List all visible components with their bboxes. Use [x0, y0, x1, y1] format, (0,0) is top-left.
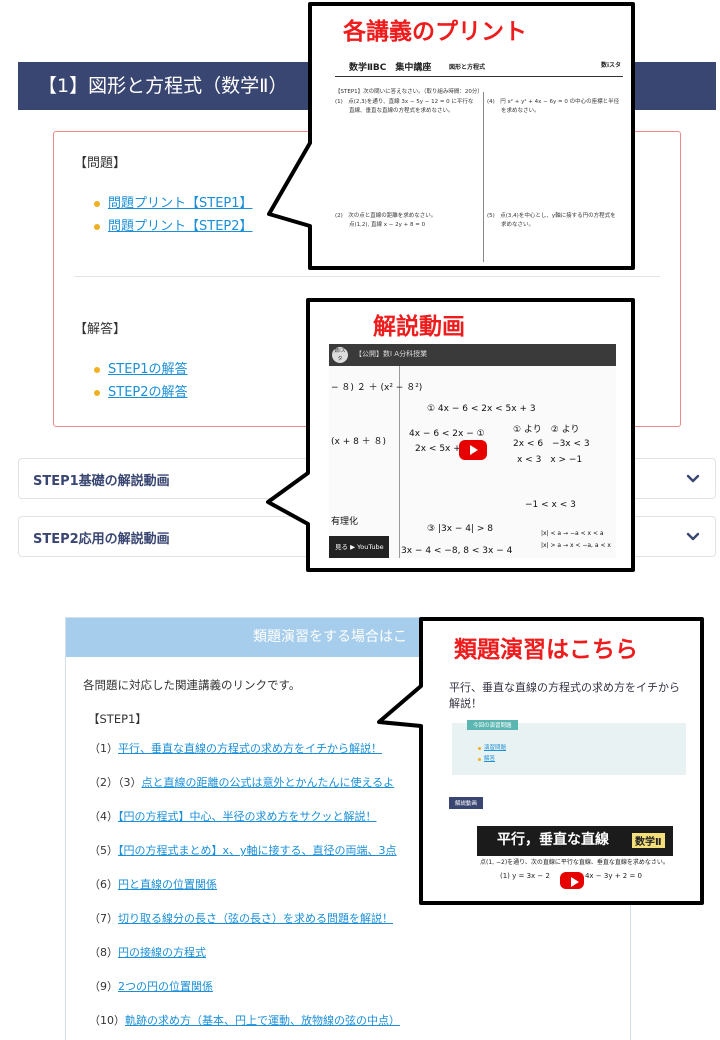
related-link[interactable]: 平行、垂直な直線の方程式の求め方をイチから解説！ [118, 742, 382, 755]
list-item: （1）平行、垂直な直線の方程式の求め方をイチから解説！ [89, 742, 382, 755]
print-preview: 数学ⅡBC 集中講座 図形と方程式 数iスタ 【STEP1】次の問いに答えなさい… [313, 52, 631, 264]
list-item: STEP2の解答 [94, 381, 188, 404]
related-link[interactable]: 切り取る線分の長さ（弦の長さ）を求める問題を解説！ [118, 912, 393, 925]
list-item: （7）切り取る線分の長さ（弦の長さ）を求める問題を解説！ [89, 912, 393, 925]
answers-label: 【解答】 [74, 322, 127, 337]
video-eq: x < 3 x > −1 [517, 455, 583, 465]
related-link[interactable]: 軌跡の求め方（基本、円上で運動、放物線の弦の中点） [125, 1014, 400, 1027]
print-q1: (1) 点(2,3)を通り、直線 3x − 5y − 12 = 0 に平行な [335, 99, 474, 105]
video-eq: 4x − 6 < 2x − ① [409, 429, 485, 439]
accordion-title: STEP1基礎の解説動画 [33, 474, 170, 489]
accordion-title: STEP2応用の解説動画 [33, 532, 170, 547]
similar-desc: 平行、垂直な直線の方程式の求め方をイチから解説！ [449, 681, 680, 710]
print-divider [483, 92, 484, 262]
related-step-label: 【STEP1】 [88, 712, 147, 726]
answer-step2-link[interactable]: STEP2の解答 [108, 385, 188, 400]
problem-print-step1-link[interactable]: 問題プリント【STEP1】 [108, 196, 253, 211]
similar-thumb-logo: 数学Ⅱ [632, 833, 665, 848]
similar-video-tag: 解説動画 [449, 797, 484, 809]
video-preview[interactable]: 数iスタ 【公開】数Ⅰ A分科授業 − ８) ２ ＋ (x² − ８²) ① 4… [329, 344, 616, 558]
video-eq: (x + 8 ＋ ８) [331, 437, 387, 447]
chevron-down-icon [686, 474, 700, 483]
list-item: （8）円の接線の方程式 [89, 946, 206, 959]
problem-print-step2-link[interactable]: 問題プリント【STEP2】 [108, 219, 253, 234]
watch-on-youtube[interactable]: 見る ▶ YouTube [329, 536, 389, 558]
list-item: （6）円と直線の位置関係 [89, 878, 217, 891]
print-q2: (2) 次の点と直線の距離を求めなさい。 [335, 213, 437, 219]
print-logo: 数iスタ [600, 62, 621, 69]
print-q5b: 求めなさい。 [501, 222, 535, 228]
video-eq: |x| > a → x < −a, a < x [541, 542, 611, 549]
problems-list: 問題プリント【STEP1】 問題プリント【STEP2】 [94, 192, 253, 238]
print-q1b: 直線、垂直な直線の方程式を求めなさい。 [349, 108, 454, 114]
similar-thumb-title: 平行，垂直な直線 [497, 832, 609, 848]
youtube-play-icon[interactable] [560, 872, 584, 889]
print-instruction: 【STEP1】次の問いに答えなさい。（取り組み時間：20分） [335, 89, 483, 95]
video-eq: ③ |3x − 4| > 8 [427, 524, 494, 534]
answer-step1-link[interactable]: STEP1の解答 [108, 362, 188, 377]
similar-question: 点(1, −2)を通り、次の直線に平行な直線、垂直な直線を求めなさい。 [480, 859, 669, 866]
video-eq: ① より ② より [513, 425, 580, 435]
channel-avatar: 数iスタ [332, 347, 348, 363]
video-eq: − ８) ２ ＋ (x² − ８²) [331, 383, 423, 393]
related-list: （1）平行、垂直な直線の方程式の求め方をイチから解説！ （2）（3）点と直線の距… [89, 741, 400, 1040]
similar-link-exercise[interactable]: 演習問題 [478, 743, 506, 754]
video-eq: 有理化 [331, 517, 359, 527]
list-item: （10）軌跡の求め方（基本、円上で運動、放物線の弦の中点） [89, 1014, 400, 1027]
print-doc-title: 数学ⅡBC 集中講座 [349, 63, 432, 73]
list-item: 問題プリント【STEP2】 [94, 215, 253, 238]
callout-video-title: 解説動画 [373, 314, 465, 340]
answers-list: STEP1の解答 STEP2の解答 [94, 358, 188, 404]
callout-similar-title: 類題演習はこちら [454, 637, 638, 663]
video-eq: ① 4x − 6 < 2x < 5x + 3 [427, 404, 536, 414]
similar-links: 演習問題 解答 [478, 743, 506, 765]
box-divider [74, 276, 660, 277]
callout-print-title: 各講義のプリント [343, 19, 527, 45]
print-q4: (4) 円 x² + y² + 4x − 6y = 0 の中心の座標と半径 [487, 99, 620, 105]
list-item: （2）（3）点と直線の距離の公式は意外とかんたんに使えるよ [89, 776, 395, 789]
print-doc-sub: 図形と方程式 [449, 64, 486, 71]
print-q4b: を求めなさい。 [501, 108, 540, 114]
video-eq: 3x − 4 < −8, 8 < 3x − 4 [401, 546, 513, 556]
similar-tag: 今回の演習問題 [467, 720, 518, 730]
similar-link-answer[interactable]: 解答 [478, 754, 506, 765]
problems-label: 【問題】 [74, 156, 127, 171]
chevron-down-icon [686, 532, 700, 541]
related-link[interactable]: 【円の方程式】中心、半径の求め方をサクッと解説！ [118, 810, 377, 823]
list-item: （4）【円の方程式】中心、半径の求め方をサクッと解説！ [89, 810, 377, 823]
video-eq: −1 < x < 3 [525, 500, 576, 510]
print-rule [335, 76, 623, 77]
print-q2b: 点(1,2), 直線 x − 2y + 8 = 0 [349, 222, 426, 228]
related-link[interactable]: 点と直線の距離の公式は意外とかんたんに使えるよ [142, 776, 395, 789]
related-intro: 各問題に対応した関連講義のリンクです。 [83, 678, 301, 692]
youtube-play-icon[interactable] [459, 440, 487, 460]
video-eq: |x| < a → −a < x < a [541, 530, 604, 537]
list-item: （5）【円の方程式まとめ】x、y軸に接する、直径の両端、3点 [89, 844, 397, 857]
related-link[interactable]: 円の接線の方程式 [118, 946, 206, 959]
print-q5: (5) 点(3,4)を中心とし、y軸に接する円の方程式を [487, 213, 616, 219]
related-link[interactable]: 2つの円の位置関係 [118, 980, 213, 993]
video-board-divider [399, 366, 400, 558]
related-link[interactable]: 円と直線の位置関係 [118, 878, 217, 891]
video-eq: 2x < 6 −3x < 3 [513, 439, 590, 449]
list-item: 問題プリント【STEP1】 [94, 192, 253, 215]
list-item: （9）2つの円の位置関係 [89, 980, 213, 993]
video-top-text: 【公開】数Ⅰ A分科授業 [355, 350, 428, 358]
list-item: STEP1の解答 [94, 358, 188, 381]
related-link[interactable]: 【円の方程式まとめ】x、y軸に接する、直径の両端、3点 [118, 844, 397, 857]
